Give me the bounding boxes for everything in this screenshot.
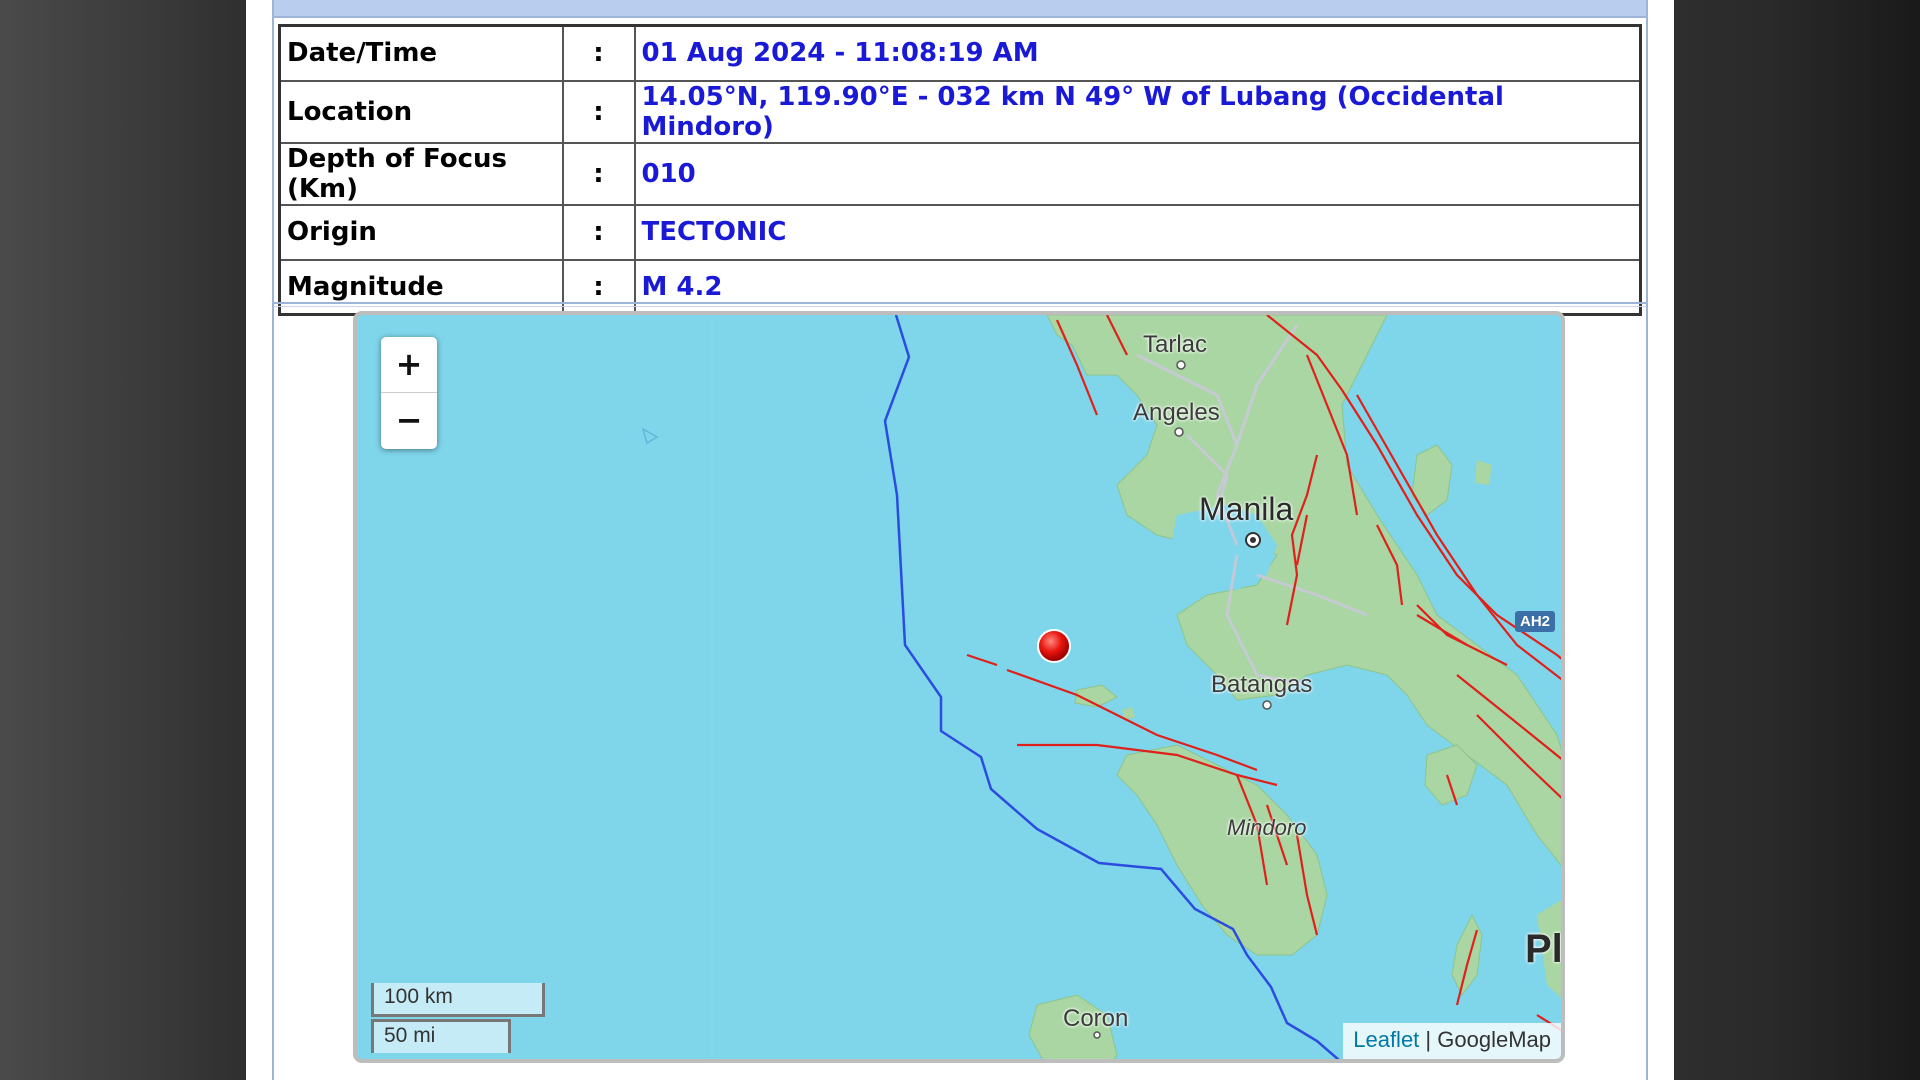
origin-value: TECTONIC: [633, 203, 1642, 261]
origin-label: Origin: [278, 203, 564, 261]
angeles-dot-icon: [1174, 427, 1184, 437]
datetime-value: 01 Aug 2024 - 11:08:19 AM: [633, 24, 1642, 82]
place-pl: Pl: [1525, 927, 1563, 971]
scale-bar-mi: 50 mi: [371, 1019, 511, 1053]
row-location: Location : 14.05°N, 119.90°E - 032 km N …: [278, 79, 1642, 144]
leaflet-link[interactable]: Leaflet: [1353, 1027, 1419, 1052]
tarlac-dot-icon: [1176, 360, 1186, 370]
place-coron: Coron: [1063, 1005, 1129, 1032]
location-value: 14.05°N, 119.90°E - 032 km N 49° W of Lu…: [633, 79, 1642, 144]
place-mindoro: Mindoro: [1227, 815, 1307, 840]
scale-bar-km: 100 km: [371, 983, 545, 1017]
depth-colon: :: [561, 141, 636, 206]
attribution-source: GoogleMap: [1437, 1027, 1551, 1052]
bulletin-panel: Date/Time : 01 Aug 2024 - 11:08:19 AM Lo…: [272, 0, 1648, 1080]
epicenter-map[interactable]: Tarlac Angeles Manila Batangas Mindoro C…: [353, 311, 1565, 1063]
zoom-in-button[interactable]: +: [381, 337, 437, 393]
section-divider: [274, 302, 1646, 307]
attribution-separator: |: [1419, 1027, 1438, 1052]
batangas-dot-icon: [1262, 700, 1272, 710]
route-tag: AH2: [1515, 611, 1556, 632]
epicenter-marker-icon: [1037, 629, 1071, 663]
panel-header-bar: [274, 0, 1646, 18]
luzon-land: [1046, 315, 1561, 866]
zoom-out-button[interactable]: −: [381, 393, 437, 449]
row-origin: Origin : TECTONIC: [278, 203, 1642, 261]
fault-line: [966, 653, 998, 667]
location-colon: :: [561, 79, 636, 144]
datetime-label: Date/Time: [278, 24, 564, 82]
map-canvas[interactable]: [357, 315, 1565, 1063]
east-island-2: [1475, 460, 1492, 485]
east-island: [1411, 444, 1453, 516]
place-manila: Manila: [1199, 491, 1294, 527]
depth-label: Depth of Focus (Km): [278, 141, 564, 206]
row-depth: Depth of Focus (Km) : 010: [278, 141, 1642, 206]
map-attribution: Leaflet | GoogleMap: [1343, 1023, 1561, 1059]
datetime-colon: :: [561, 24, 636, 82]
page: Date/Time : 01 Aug 2024 - 11:08:19 AM Lo…: [246, 0, 1674, 1080]
place-batangas: Batangas: [1211, 671, 1313, 698]
origin-colon: :: [561, 203, 636, 261]
place-angeles: Angeles: [1133, 399, 1220, 426]
earthquake-info-table: Date/Time : 01 Aug 2024 - 11:08:19 AM Lo…: [278, 24, 1642, 316]
manila-marker-icon: [1245, 532, 1261, 548]
tablas-island: [1451, 913, 1483, 996]
row-datetime: Date/Time : 01 Aug 2024 - 11:08:19 AM: [278, 24, 1642, 82]
location-label: Location: [278, 79, 564, 144]
depth-value: 010: [633, 141, 1642, 206]
zoom-control: + −: [381, 337, 437, 449]
place-tarlac: Tarlac: [1143, 331, 1208, 358]
reef-outline: [641, 427, 659, 445]
